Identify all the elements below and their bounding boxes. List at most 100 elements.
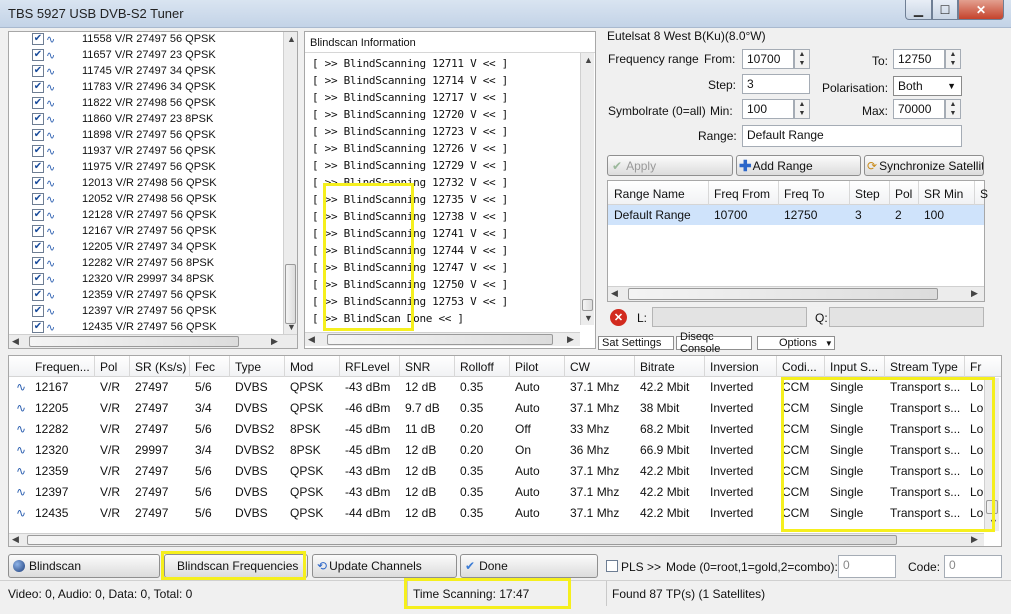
range-table-header-cell[interactable]: Pol [895, 187, 912, 201]
scroll-right-icon[interactable]: ▶ [971, 534, 978, 545]
max-spinner[interactable]: ▲ ▼ [945, 99, 961, 119]
update-channels-button[interactable]: ⟲ Update Channels [312, 554, 457, 578]
synchronize-satellite-button[interactable]: ⟳ Synchronize Satellite [864, 155, 984, 176]
transponder-row[interactable]: ✔ ∿ 12205 V/R 27497 34 QPSK [32, 239, 217, 255]
transponder-checkbox[interactable]: ✔ [32, 241, 44, 253]
transponder-checkbox[interactable]: ✔ [32, 225, 44, 237]
scroll-thumb[interactable] [628, 288, 938, 300]
code-input[interactable]: 0 [944, 555, 1002, 578]
apply-button[interactable]: ✔ Apply [607, 155, 733, 176]
channels-header-cell[interactable]: Frequen... [35, 360, 90, 374]
transponder-row[interactable]: ✔ ∿ 11898 V/R 27497 56 QPSK [32, 127, 216, 143]
blindscan-button[interactable]: Blindscan [8, 554, 160, 578]
transponder-checkbox[interactable]: ✔ [32, 33, 44, 45]
blindscan-info-hscroll[interactable]: ◀ ▶ [305, 332, 580, 346]
transponder-row[interactable]: ✔ ∿ 12435 V/R 27497 56 QPSK [32, 319, 217, 335]
scroll-down-icon[interactable]: ▼ [584, 313, 593, 323]
channels-header-cell[interactable]: Fec [195, 360, 215, 374]
scroll-down-icon[interactable]: ▼ [989, 517, 998, 527]
range-table-header-cell[interactable]: S [980, 187, 988, 201]
channels-header-cell[interactable]: Codi... [782, 360, 817, 374]
transponder-checkbox[interactable]: ✔ [32, 161, 44, 173]
scroll-thumb[interactable] [986, 500, 998, 514]
channels-header-cell[interactable]: Bitrate [640, 360, 675, 374]
scroll-thumb[interactable] [27, 535, 897, 545]
close-button[interactable]: ✕ [958, 0, 1004, 20]
tab-sat-settings[interactable]: Sat Settings [598, 336, 674, 350]
transponder-row[interactable]: ✔ ∿ 11975 V/R 27497 56 QPSK [32, 159, 216, 175]
transponder-row[interactable]: ✔ ∿ 12052 V/R 27498 56 QPSK [32, 191, 217, 207]
transponder-row[interactable]: ✔ ∿ 12128 V/R 27497 56 QPSK [32, 207, 217, 223]
transponder-list-hscroll[interactable]: ◀ ▶ [9, 334, 297, 348]
scroll-up-icon[interactable]: ▲ [584, 55, 593, 65]
transponder-row[interactable]: ✔ ∿ 11937 V/R 27497 56 QPSK [32, 143, 216, 159]
range-table-header-cell[interactable]: Step [855, 187, 880, 201]
channels-header-cell[interactable]: Fr [970, 360, 981, 374]
transponder-row[interactable]: ✔ ∿ 12359 V/R 27497 56 QPSK [32, 287, 217, 303]
from-spinner[interactable]: ▲ ▼ [794, 49, 810, 69]
step-input[interactable]: 3 [742, 74, 810, 94]
scroll-left-icon[interactable]: ◀ [611, 288, 618, 299]
transponder-row[interactable]: ✔ ∿ 11860 V/R 27497 23 8PSK [32, 111, 213, 127]
channels-header-cell[interactable]: SR (Ks/s) [135, 360, 186, 374]
pls-checkbox[interactable] [606, 560, 618, 572]
blindscan-frequencies-button[interactable]: Blindscan Frequencies [164, 554, 308, 578]
transponder-checkbox[interactable]: ✔ [32, 113, 44, 125]
transponder-checkbox[interactable]: ✔ [32, 305, 44, 317]
channels-header-cell[interactable]: Inversion [710, 360, 759, 374]
scroll-thumb[interactable] [582, 299, 593, 311]
transponder-row[interactable]: ✔ ∿ 11657 V/R 27497 23 QPSK [32, 47, 216, 63]
done-button[interactable]: ✔ Done [460, 554, 598, 578]
channels-header-cell[interactable]: Rolloff [460, 360, 494, 374]
range-table-header-cell[interactable]: Range Name [614, 187, 685, 201]
scroll-left-icon[interactable]: ◀ [308, 334, 315, 345]
maximize-button[interactable]: ☐ [932, 0, 958, 20]
transponder-checkbox[interactable]: ✔ [32, 81, 44, 93]
transponder-row[interactable]: ✔ ∿ 11558 V/R 27497 56 QPSK [32, 31, 216, 47]
scroll-down-icon[interactable]: ▼ [287, 322, 296, 332]
transponder-checkbox[interactable]: ✔ [32, 145, 44, 157]
min-spinner[interactable]: ▲ ▼ [794, 99, 810, 119]
scroll-right-icon[interactable]: ▶ [567, 334, 574, 345]
transponder-checkbox[interactable]: ✔ [32, 49, 44, 61]
range-table-header-cell[interactable]: Freq From [714, 187, 770, 201]
channels-header-cell[interactable]: SNR [405, 360, 430, 374]
transponder-row[interactable]: ✔ ∿ 12167 V/R 27497 56 QPSK [32, 223, 217, 239]
transponder-checkbox[interactable]: ✔ [32, 289, 44, 301]
transponder-checkbox[interactable]: ✔ [32, 97, 44, 109]
range-input[interactable]: Default Range [742, 125, 962, 147]
range-table-hscroll[interactable]: ◀ ▶ [608, 286, 984, 301]
transponder-checkbox[interactable]: ✔ [32, 193, 44, 205]
channels-header-cell[interactable]: Pol [100, 360, 117, 374]
blindscan-info-vscroll[interactable]: ▲ ▼ [580, 53, 594, 325]
to-spinner[interactable]: ▲ ▼ [945, 49, 961, 69]
transponder-row[interactable]: ✔ ∿ 11783 V/R 27496 34 QPSK [32, 79, 216, 95]
scroll-thumb[interactable] [285, 264, 296, 324]
transponder-list-vscroll[interactable]: ▲ ▼ [283, 32, 297, 334]
channels-header-cell[interactable]: Stream Type [890, 360, 958, 374]
scroll-thumb[interactable] [29, 336, 239, 347]
tab-options[interactable]: Options ▼ [757, 336, 835, 350]
scroll-right-icon[interactable]: ▶ [271, 336, 278, 347]
transponder-row[interactable]: ✔ ∿ 12320 V/R 29997 34 8PSK [32, 271, 214, 287]
to-input[interactable]: 12750 [893, 49, 945, 69]
scroll-right-icon[interactable]: ▶ [971, 288, 978, 299]
transponder-checkbox[interactable]: ✔ [32, 129, 44, 141]
max-input[interactable]: 70000 [893, 99, 945, 119]
channels-header-cell[interactable]: Pilot [515, 360, 538, 374]
channels-vscroll[interactable]: ▼ [984, 378, 999, 531]
channels-hscroll[interactable]: ◀ ▶ [9, 533, 984, 546]
transponder-row[interactable]: ✔ ∿ 12282 V/R 27497 56 8PSK [32, 255, 214, 271]
scroll-left-icon[interactable]: ◀ [12, 336, 19, 347]
scroll-left-icon[interactable]: ◀ [12, 534, 19, 545]
channels-header-cell[interactable]: Type [235, 360, 261, 374]
transponder-checkbox[interactable]: ✔ [32, 209, 44, 221]
transponder-row[interactable]: ✔ ∿ 12397 V/R 27497 56 QPSK [32, 303, 217, 319]
add-range-button[interactable]: ✚ Add Range [736, 155, 861, 176]
channels-header-cell[interactable]: RFLevel [345, 360, 390, 374]
channels-header-cell[interactable]: CW [570, 360, 590, 374]
transponder-row[interactable]: ✔ ∿ 12013 V/R 27498 56 QPSK [32, 175, 217, 191]
minimize-button[interactable]: ▁ [905, 0, 932, 20]
polarisation-select[interactable]: Both ▼ [893, 76, 962, 96]
transponder-row[interactable]: ✔ ∿ 11822 V/R 27498 56 QPSK [32, 95, 216, 111]
